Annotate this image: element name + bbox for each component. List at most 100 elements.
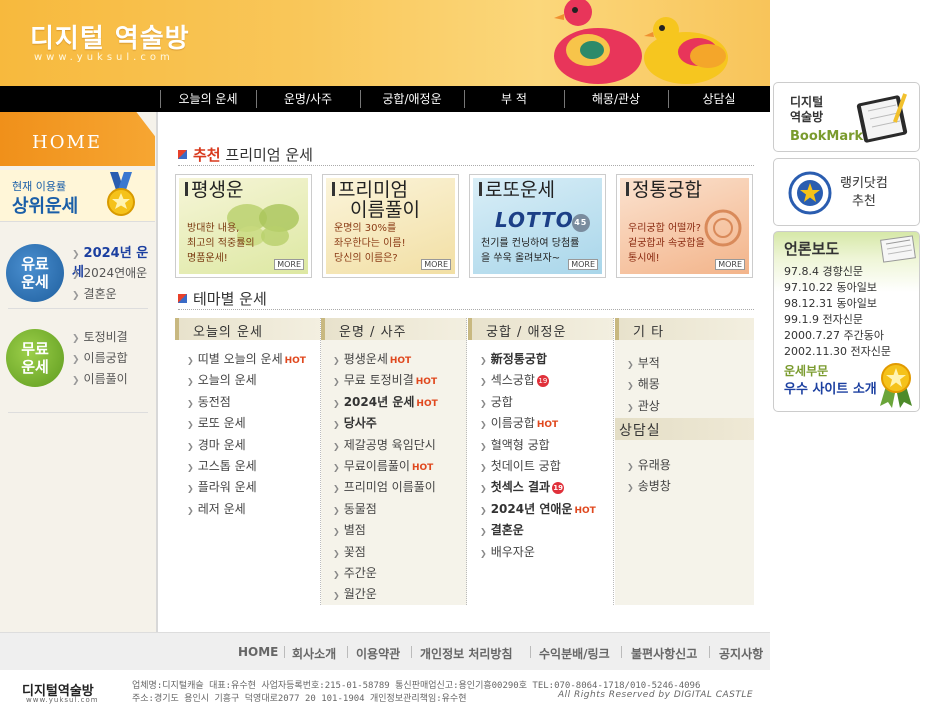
bookmark-en: BookMark <box>790 129 864 144</box>
list-item[interactable]: ❯ 배우자운 <box>480 543 596 564</box>
list-item[interactable]: ❯ 오늘의 운세 <box>187 371 306 392</box>
site-logo[interactable]: 디지털 역술방 <box>30 18 190 55</box>
nav-item-bujeok[interactable]: 부 적 <box>464 86 564 112</box>
list-item[interactable]: ❯ 이름궁합 HOT <box>480 414 596 435</box>
section-divider <box>178 309 754 310</box>
footer-link-home[interactable]: HOME <box>238 645 278 659</box>
arrow-right-icon: ❯ <box>480 398 487 408</box>
list-item[interactable]: ❯ 당사주 <box>333 414 438 435</box>
more-button[interactable]: MORE <box>568 259 598 270</box>
list-item[interactable]: ❯ 경마 운세 <box>187 436 306 457</box>
nav-item-gunghap[interactable]: 궁합/애정운 <box>360 86 464 112</box>
promo-gunghap[interactable]: 정통궁합 우리궁합 어떨까? 겉궁합과 속궁합을 통시에! MORE <box>616 174 753 278</box>
list-item[interactable]: ❯ 무료 토정비결 HOT <box>333 371 438 392</box>
home-tab[interactable]: HOME <box>0 112 155 166</box>
hot-badge: HOT <box>416 398 438 409</box>
more-button[interactable]: MORE <box>715 259 745 270</box>
more-button[interactable]: MORE <box>274 259 304 270</box>
list-item[interactable]: ❯ 주간운 <box>333 564 438 585</box>
footer-link-revenue[interactable]: 수익분배/링크 <box>539 645 610 662</box>
theme-column-header-text: 운명 / 사주 <box>339 325 407 340</box>
arrow-right-icon: ❯ <box>333 356 340 365</box>
promo-desc-line: 좌우한다는 이름! <box>334 238 406 249</box>
list-item[interactable]: ❯ 결혼운 <box>480 521 596 542</box>
mandarin-ducks-icon <box>554 0 728 84</box>
promo-desc-line: 천기를 컨닝하여 당첨률 <box>481 238 580 249</box>
award-line1: 운세부문 <box>784 364 829 378</box>
nav-item-today[interactable]: 오늘의 운세 <box>160 86 256 112</box>
list-item[interactable]: ❯ 궁합 <box>480 393 596 414</box>
list-item[interactable]: ❯ 프리미엄 이름풀이 <box>333 478 438 499</box>
rankey-line1: 랭키닷컴 <box>840 176 888 191</box>
nav-item-saju[interactable]: 운명/사주 <box>256 86 360 112</box>
list-item-label: 궁합 <box>490 394 513 409</box>
promo-bg: 평생운 방대한 내용, 최고의 적중률의 명품운세! MORE <box>179 178 308 274</box>
site-header: 디지털 역술방 www.yuksul.com <box>0 0 770 86</box>
footer-link-notice[interactable]: 공지사항 <box>719 645 763 662</box>
arrow-right-icon: ❯ <box>187 356 194 365</box>
list-item[interactable]: ❯ 부적 <box>627 354 660 375</box>
promo-lifetime[interactable]: 평생운 방대한 내용, 최고의 적중률의 명품운세! MORE <box>175 174 312 278</box>
promo-desc: 운명의 30%를 좌우한다는 이름! 당신의 이름은? <box>334 221 406 266</box>
arrow-right-icon: ❯ <box>72 334 80 344</box>
list-item[interactable]: ❯ 제갈공명 육임단시 <box>333 436 438 457</box>
footer-link-complaint[interactable]: 불편사항신고 <box>631 645 697 662</box>
side-link-2024-love[interactable]: ❯ 2024연애운 <box>72 264 147 281</box>
list-item[interactable]: ❯ 무료이름풀이 HOT <box>333 457 438 478</box>
promo-desc-line: 최고의 적중률의 <box>187 238 255 249</box>
footer-separator <box>530 646 531 658</box>
planner-book-icon <box>856 93 908 143</box>
press-item[interactable]: 97.10.22 동아일보 <box>784 280 891 296</box>
press-item[interactable]: 99.1.9 전자신문 <box>784 312 891 328</box>
arrow-right-icon: ❯ <box>333 441 340 451</box>
side-link-marriage[interactable]: ❯ 결혼운 <box>72 285 117 302</box>
side-link-name-reading[interactable]: ❯ 이름풀이 <box>72 370 128 387</box>
list-item[interactable]: ❯ 월간운 <box>333 585 438 606</box>
list-item-label: 오늘의 운세 <box>197 373 257 388</box>
list-item[interactable]: ❯ 2024년 운세 HOT <box>333 393 438 414</box>
press-item[interactable]: 97.8.4 경향신문 <box>784 264 891 280</box>
bookmark-banner[interactable]: 디지털 역술방 BookMark <box>773 82 920 152</box>
list-item[interactable]: ❯ 첫섹스 결과 19 <box>480 478 596 499</box>
side-link-tojeong[interactable]: ❯ 토정비결 <box>72 328 128 345</box>
paid-badge-line2: 운세 <box>21 273 49 291</box>
list-item[interactable]: ❯ 섹스궁합 19 <box>480 371 596 392</box>
list-item[interactable]: ❯ 첫데이트 궁합 <box>480 457 596 478</box>
list-item[interactable]: ❯ 별점 <box>333 521 438 542</box>
footer-link-privacy[interactable]: 개인정보 처리방침 <box>420 645 513 662</box>
list-item-label: 동물점 <box>343 501 377 516</box>
list-item[interactable]: ❯ 혈액형 궁합 <box>480 436 596 457</box>
list-item[interactable]: ❯ 플라워 운세 <box>187 478 306 499</box>
rankey-banner[interactable]: 랭키닷컴 추천 <box>773 158 920 226</box>
list-item-label: 꽃점 <box>343 544 366 559</box>
press-item[interactable]: 98.12.31 동아일보 <box>784 296 891 312</box>
footer-link-about[interactable]: 회사소개 <box>292 645 336 662</box>
nav-item-counsel[interactable]: 상담실 <box>668 86 770 112</box>
list-item[interactable]: ❯ 동전점 <box>187 393 306 414</box>
list-item[interactable]: ❯ 송병창 <box>627 477 671 498</box>
press-banner[interactable]: 언론보도 97.8.4 경향신문 97.10.22 동아일보 98.12.31 … <box>773 231 920 412</box>
arrow-right-icon: ❯ <box>333 420 340 430</box>
list-item[interactable]: ❯ 동물점 <box>333 500 438 521</box>
list-item[interactable]: ❯ 관상 <box>627 397 660 418</box>
side-link-name-match[interactable]: ❯ 이름궁합 <box>72 349 128 366</box>
promo-desc: 방대한 내용, 최고의 적중률의 명품운세! <box>187 221 255 266</box>
list-item[interactable]: ❯ 고스톱 운세 <box>187 457 306 478</box>
promo-lotto[interactable]: 로또운세 LOTTO45 천기를 컨닝하여 당첨률 을 쑤욱 올려보자~ MOR… <box>469 174 606 278</box>
list-item[interactable]: ❯ 레저 운세 <box>187 500 306 521</box>
arrow-right-icon: ❯ <box>333 377 340 387</box>
list-item[interactable]: ❯ 평생운세 HOT <box>333 350 438 371</box>
more-button[interactable]: MORE <box>421 259 451 270</box>
promo-premium-name[interactable]: 프리미엄 이름풀이 운명의 30%를 좌우한다는 이름! 당신의 이름은? MOR… <box>322 174 459 278</box>
list-item[interactable]: ❯ 2024년 연애운 HOT <box>480 500 596 521</box>
footer-link-terms[interactable]: 이용약관 <box>356 645 400 662</box>
list-item[interactable]: ❯ 新정통궁합 <box>480 350 596 371</box>
press-item[interactable]: 2000.7.27 주간동아 <box>784 328 891 344</box>
list-item[interactable]: ❯ 꽃점 <box>333 543 438 564</box>
list-item[interactable]: ❯ 유래용 <box>627 456 671 477</box>
list-item-label: 2024년 운세 <box>343 394 415 409</box>
list-item[interactable]: ❯ 해몽 <box>627 375 660 396</box>
list-item[interactable]: ❯ 로또 운세 <box>187 414 306 435</box>
list-item[interactable]: ❯ 띠별 오늘의 운세 HOT <box>187 350 306 371</box>
nav-item-haemong[interactable]: 해몽/관상 <box>564 86 668 112</box>
